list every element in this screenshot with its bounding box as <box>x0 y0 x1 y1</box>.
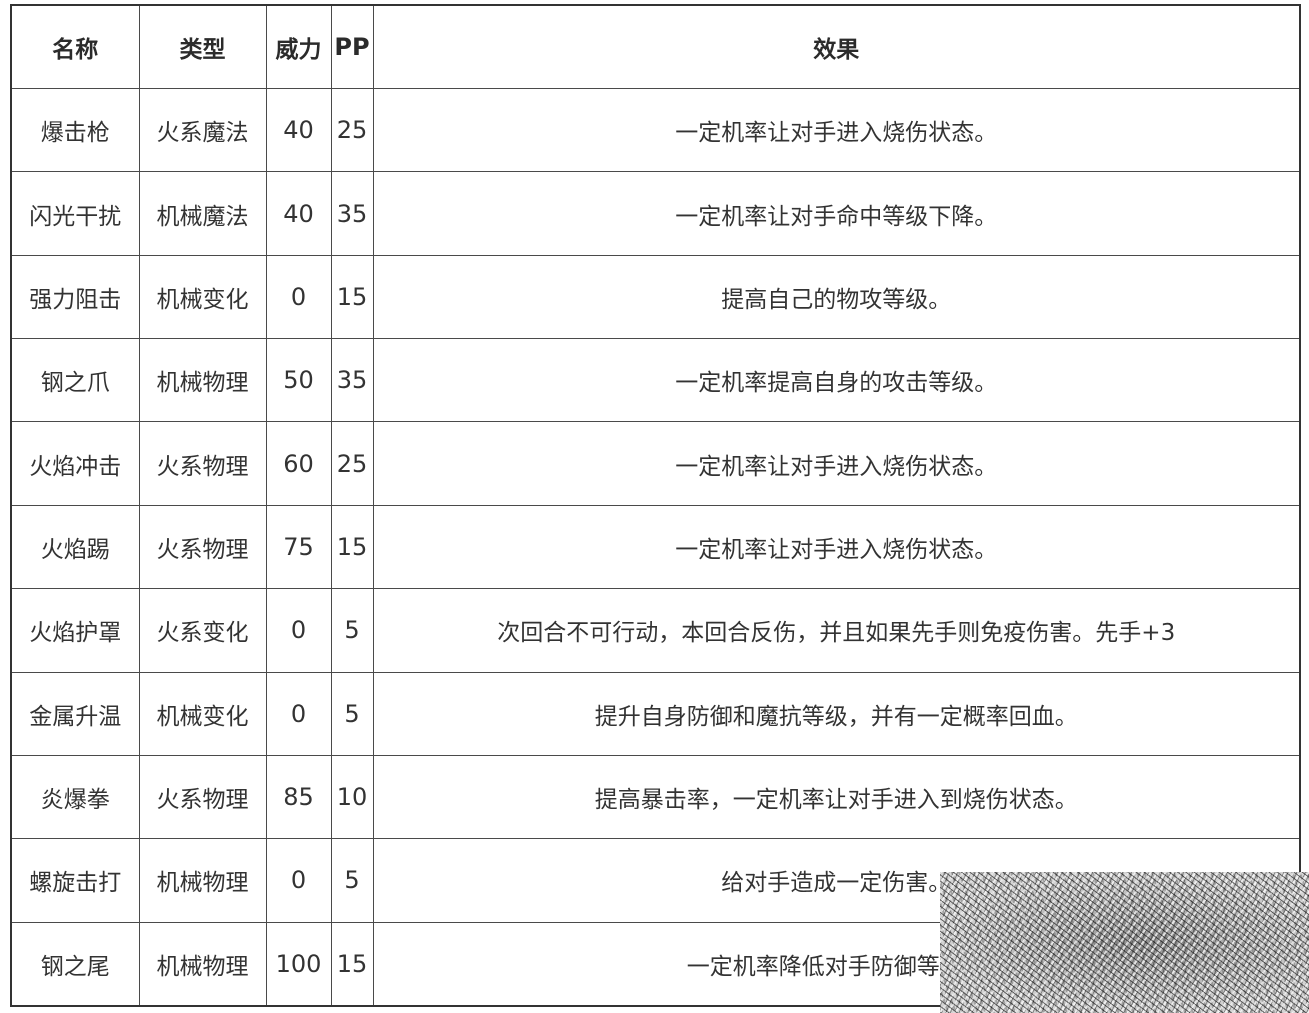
skill-type: 火系物理 <box>139 755 267 840</box>
skill-name: 火焰冲击 <box>12 421 140 506</box>
skill-type: 机械物理 <box>139 338 267 423</box>
skill-effect: 一定机率降低对手防御等级。 <box>686 953 986 980</box>
skill-effect: 一定机率让对手命中等级下降。 <box>373 171 1299 256</box>
skill-type: 火系魔法 <box>139 88 267 173</box>
skill-type: 火系物理 <box>139 505 267 590</box>
table-row: 爆击枪 火系魔法 40 25 一定机率让对手进入烧伤状态。 <box>12 88 1299 173</box>
skill-power: 0 <box>266 838 332 923</box>
skill-name: 火焰踢 <box>12 505 140 590</box>
skill-name: 火焰护罩 <box>12 588 140 673</box>
skill-power: 85 <box>266 755 332 840</box>
skill-effect: 一定机率让对手进入烧伤状态。 <box>373 505 1299 590</box>
skill-pp: 15 <box>331 255 374 340</box>
skill-effect: 给对手造成一定伤害。 <box>373 838 1299 923</box>
skill-effect: 一定机率提高自身的攻击等级。 <box>373 338 1299 423</box>
skill-type: 火系物理 <box>139 421 267 506</box>
header-type: 类型 <box>139 6 267 89</box>
skill-name: 爆击枪 <box>12 88 140 173</box>
skill-pp: 5 <box>331 588 374 673</box>
header-effect: 效果 <box>373 6 1299 89</box>
header-pp: PP <box>331 6 374 89</box>
skill-power: 0 <box>266 588 332 673</box>
table-row: 闪光干扰 机械魔法 40 35 一定机率让对手命中等级下降。 <box>12 171 1299 256</box>
table-row: 炎爆拳 火系物理 85 10 提高暴击率，一定机率让对手进入到烧伤状态。 <box>12 755 1299 840</box>
skill-power: 100 <box>266 922 332 1005</box>
skill-pp: 25 <box>331 88 374 173</box>
skill-effect: 提高自己的物攻等级。 <box>373 255 1299 340</box>
skills-table-container: 名称 类型 威力 PP 效果 爆击枪 火系魔法 40 25 一定机率让对手进入烧… <box>10 4 1301 1007</box>
skill-pp: 25 <box>331 421 374 506</box>
skill-effect: 提升自身防御和魔抗等级，并有一定概率回血。 <box>373 672 1299 756</box>
skill-power: 40 <box>266 88 332 173</box>
header-power: 威力 <box>266 6 332 89</box>
table-row: 螺旋击打 机械物理 0 5 给对手造成一定伤害。 <box>12 838 1299 923</box>
skill-name: 闪光干扰 <box>12 171 140 256</box>
skill-effect: 次回合不可行动，本回合反伤，并且如果先手则免疫伤害。先手+3 <box>373 588 1299 673</box>
skill-type: 机械变化 <box>139 255 267 340</box>
skill-pp: 15 <box>331 922 374 1005</box>
skill-type: 机械变化 <box>139 672 267 756</box>
skill-power: 75 <box>266 505 332 590</box>
table-row: 强力阻击 机械变化 0 15 提高自己的物攻等级。 <box>12 255 1299 340</box>
skill-type: 机械魔法 <box>139 171 267 256</box>
header-name: 名称 <box>12 6 140 89</box>
skill-name: 钢之爪 <box>12 338 140 423</box>
skill-pp: 5 <box>331 838 374 923</box>
skill-pp: 35 <box>331 171 374 256</box>
skill-name: 炎爆拳 <box>12 755 140 840</box>
skill-power: 50 <box>266 338 332 423</box>
skill-pp: 5 <box>331 672 374 756</box>
table-row: 钢之爪 机械物理 50 35 一定机率提高自身的攻击等级。 <box>12 338 1299 423</box>
skill-type: 火系变化 <box>139 588 267 673</box>
table-row: 火焰踢 火系物理 75 15 一定机率让对手进入烧伤状态。 <box>12 505 1299 590</box>
skill-power: 0 <box>266 672 332 756</box>
skill-name: 强力阻击 <box>12 255 140 340</box>
skill-name: 钢之尾 <box>12 922 140 1005</box>
skill-power: 0 <box>266 255 332 340</box>
skill-effect: 提高暴击率，一定机率让对手进入到烧伤状态。 <box>373 755 1299 840</box>
skill-type: 机械物理 <box>139 922 267 1005</box>
table-row: 金属升温 机械变化 0 5 提升自身防御和魔抗等级，并有一定概率回血。 <box>12 672 1299 756</box>
table-header-row: 名称 类型 威力 PP 效果 <box>12 6 1299 89</box>
skill-effect: 一定机率让对手进入烧伤状态。 <box>373 421 1299 506</box>
skill-pp: 15 <box>331 505 374 590</box>
skill-name: 螺旋击打 <box>12 838 140 923</box>
table-row: 火焰冲击 火系物理 60 25 一定机率让对手进入烧伤状态。 <box>12 421 1299 506</box>
table-row: 钢之尾 机械物理 100 15 一定机率降低对手防御等级。 <box>12 922 1299 1005</box>
skill-type: 机械物理 <box>139 838 267 923</box>
table-row: 火焰护罩 火系变化 0 5 次回合不可行动，本回合反伤，并且如果先手则免疫伤害。… <box>12 588 1299 673</box>
skill-effect: 一定机率让对手进入烧伤状态。 <box>373 88 1299 173</box>
skill-name: 金属升温 <box>12 672 140 756</box>
skill-power: 60 <box>266 421 332 506</box>
skill-power: 40 <box>266 171 332 256</box>
skills-table: 名称 类型 威力 PP 效果 爆击枪 火系魔法 40 25 一定机率让对手进入烧… <box>12 6 1299 1005</box>
skill-pp: 35 <box>331 338 374 423</box>
skill-pp: 10 <box>331 755 374 840</box>
